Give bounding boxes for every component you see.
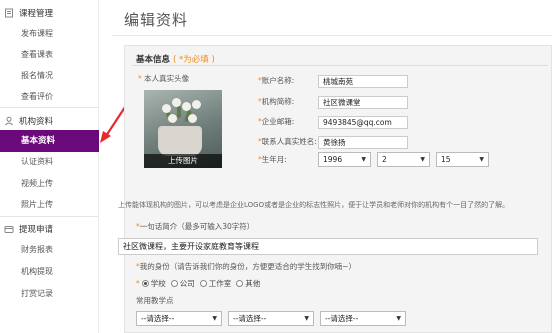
chevron-down-icon: ▼ — [212, 315, 217, 322]
radio-button[interactable] — [236, 280, 244, 287]
sidebar-divider — [0, 107, 99, 108]
sidebar-item-view-schedule[interactable]: 查看课表 — [21, 49, 53, 61]
chevron-down-icon: ▼ — [420, 156, 425, 163]
sidebar-item-photo-upload[interactable]: 照片上传 — [21, 199, 53, 211]
avatar-hint: 上传能体现机构的图片，可以考虑是企业LOGO或者是企业的标志性照片，便于让学员和… — [118, 201, 510, 209]
required-note: ( *为必填 ) — [172, 55, 215, 65]
contact-input[interactable]: 黄徐扬 — [318, 136, 408, 149]
sidebar-item-finance-report[interactable]: 财务报表 — [21, 244, 53, 256]
account-label: *账户名称: — [258, 76, 295, 85]
chevron-down-icon: ▼ — [304, 315, 309, 322]
identity-radio-group: * 学校 公司 工作室 其他 — [136, 278, 261, 289]
form-panel — [124, 45, 552, 333]
sidebar-section-label: 机构资料 — [19, 117, 54, 127]
intro-label: *一句话简介（最多可输入30字符） — [136, 222, 255, 231]
contact-label: *联系人真实姓名: — [258, 137, 317, 146]
sidebar-item-reviews[interactable]: 查看评价 — [21, 91, 53, 103]
wallet-icon — [4, 224, 14, 234]
teaching-location-label: 常用教学点 — [136, 296, 174, 305]
birth-year-select[interactable]: 1996 ▼ — [318, 152, 371, 167]
sidebar-section-label: 课程管理 — [19, 9, 54, 19]
teaching-location-select-1[interactable]: --请选择-- ▼ — [136, 311, 222, 326]
avatar-label: * 本人真实头像 — [138, 74, 189, 84]
sidebar-item-basic-info[interactable]: 基本资料 — [0, 130, 99, 152]
chevron-down-icon: ▼ — [361, 156, 366, 163]
sidebar-item-enrollment[interactable]: 报名情况 — [21, 70, 53, 82]
chevron-down-icon: ▼ — [479, 156, 484, 163]
avatar-label-text: 本人真实头像 — [144, 74, 190, 83]
radio-button[interactable] — [170, 280, 178, 287]
email-input[interactable]: 9493845@qq.com — [318, 116, 408, 129]
teaching-location-select-2[interactable]: --请选择-- ▼ — [228, 311, 314, 326]
title-divider — [112, 35, 552, 36]
account-input[interactable]: 桃城南苑 — [318, 75, 408, 88]
email-label: *企业邮箱: — [258, 117, 295, 126]
panel-divider — [132, 65, 548, 66]
sidebar-item-org-withdraw[interactable]: 机构提现 — [21, 266, 53, 278]
identity-option-studio[interactable]: 工作室 — [199, 278, 231, 289]
sidebar-item-video-upload[interactable]: 视频上传 — [21, 178, 53, 190]
radio-button[interactable] — [141, 280, 149, 287]
section-title: 基本信息 ( *为必填 ) — [136, 53, 215, 65]
identity-option-other[interactable]: 其他 — [236, 278, 260, 289]
sidebar-divider — [0, 216, 99, 217]
avatar-image[interactable]: 上传图片 — [144, 90, 222, 168]
sidebar: 课程管理 发布课程 查看课表 报名情况 查看评价 机构资料 基本资料 认证资料 … — [0, 0, 99, 333]
sidebar-section-course[interactable]: 课程管理 — [4, 6, 53, 20]
user-icon — [4, 116, 14, 126]
birth-month-select[interactable]: 2 ▼ — [377, 152, 430, 167]
identity-option-company[interactable]: 公司 — [170, 278, 195, 289]
identity-option-school[interactable]: 学校 — [141, 278, 166, 289]
sidebar-section-label: 提现申请 — [19, 225, 54, 235]
upload-image-button[interactable]: 上传图片 — [144, 154, 222, 168]
org-name-label: *机构简称: — [258, 97, 295, 106]
sidebar-section-org[interactable]: 机构资料 — [4, 114, 53, 128]
sidebar-item-publish-course[interactable]: 发布课程 — [21, 28, 53, 40]
page-title: 编辑资料 — [124, 11, 189, 29]
teaching-location-select-3[interactable]: --请选择-- ▼ — [320, 311, 406, 326]
birth-day-select[interactable]: 15 ▼ — [436, 152, 489, 167]
section-title-text: 基本信息 — [136, 55, 171, 65]
sidebar-item-label: 基本资料 — [21, 136, 56, 146]
document-icon — [4, 8, 14, 18]
radio-button[interactable] — [199, 280, 207, 287]
sidebar-item-certification[interactable]: 认证资料 — [21, 156, 53, 168]
chevron-down-icon: ▼ — [396, 315, 401, 322]
required-mark: * — [138, 74, 142, 83]
sidebar-section-withdraw[interactable]: 提现申请 — [4, 222, 53, 236]
birthday-label: *生年月: — [258, 155, 287, 164]
org-name-input[interactable]: 社区微课堂 — [318, 96, 408, 109]
intro-input[interactable]: 社区微课程，主要开设家庭教育等课程 — [118, 238, 538, 255]
identity-label: *我的身份（请告诉我们你的身份，方便更适合的学生找到你喃~） — [136, 262, 357, 271]
sidebar-item-tip-records[interactable]: 打赏记录 — [21, 288, 53, 300]
